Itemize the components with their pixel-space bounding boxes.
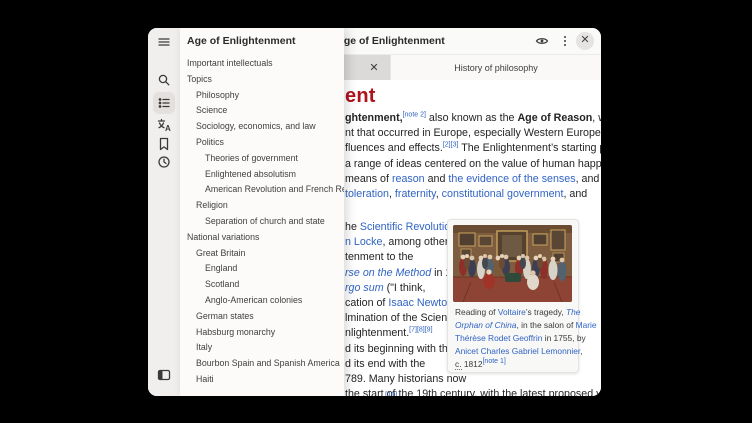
menu-kebab-icon[interactable] (556, 32, 574, 50)
toc-item[interactable]: England (180, 261, 344, 277)
toggle-sidebar-icon[interactable] (153, 364, 175, 386)
toc-item[interactable]: Sociology, economics, and law (180, 119, 344, 135)
toc-item[interactable]: Theories of government (180, 151, 344, 167)
table-of-contents-icon[interactable] (153, 92, 175, 114)
close-icon: ✕ (580, 35, 589, 46)
article-link[interactable]: the evidence of the senses (448, 173, 575, 185)
toc-item[interactable]: Habsburg monarchy (180, 325, 344, 341)
article-link[interactable]: [note 2] (403, 111, 426, 118)
article-link[interactable]: [note 1] (482, 358, 505, 365)
desktop-background: A Age of Enlightenment ✕ (0, 0, 752, 423)
article-link[interactable]: Scientific Revolution (360, 221, 456, 233)
toc-item[interactable]: Bourbon Spain and Spanish America (180, 356, 344, 372)
tab-close-icon[interactable]: ✕ (366, 59, 382, 75)
toc-item[interactable]: American Revolution and French Revolutio… (180, 182, 344, 198)
toc-item[interactable]: Great Britain (180, 246, 344, 262)
tab-history-of-philosophy[interactable]: History of philosophy (390, 55, 601, 80)
toc-item[interactable]: Important intellectuals (180, 56, 344, 72)
clipped-reference: [10] (385, 390, 398, 396)
article-link[interactable]: Isaac Newton (388, 297, 453, 309)
toc-item[interactable]: Separation of church and state (180, 214, 344, 230)
article-link[interactable]: reason (392, 173, 425, 185)
history-icon[interactable] (153, 151, 175, 173)
toc-item[interactable]: Anglo-American colonies (180, 293, 344, 309)
image-caption: Reading of Voltaire’s tragedy, TheOrphan… (455, 306, 571, 371)
painting-image[interactable] (453, 225, 572, 302)
article-link[interactable]: Anicet Charles Gabriel Lemonnier (455, 346, 580, 356)
search-icon[interactable] (153, 69, 175, 91)
tab-label: History of philosophy (454, 63, 538, 73)
article-thumbnail-card: Reading of Voltaire’s tragedy, TheOrphan… (447, 219, 579, 373)
article-link[interactable]: The (566, 307, 580, 317)
toc-item[interactable]: Philosophy (180, 88, 344, 104)
article-heading-fragment: ent (345, 85, 376, 108)
icon-rail: A (148, 28, 181, 396)
article-link[interactable]: [7][8][9] (409, 327, 432, 334)
toc-item[interactable]: Italy (180, 340, 344, 356)
app-window: A Age of Enlightenment ✕ (148, 28, 601, 396)
article-link[interactable]: Voltaire (498, 307, 526, 317)
toc-list: Important intellectualsTopicsPhilosophyS… (180, 56, 344, 388)
toc-item[interactable]: Haiti (180, 372, 344, 388)
article-link[interactable]: Orphan of China (455, 320, 516, 330)
window-close-button[interactable]: ✕ (576, 32, 594, 50)
article-link[interactable]: [2][3] (443, 142, 459, 149)
toc-item[interactable]: Topics (180, 72, 344, 88)
toc-item[interactable]: Religion (180, 198, 344, 214)
article-link[interactable]: toleration (345, 188, 389, 200)
hamburger-menu-icon[interactable] (153, 31, 175, 53)
article-link[interactable]: n Locke (345, 236, 382, 248)
toc-item[interactable]: Enlightened absolutism (180, 167, 344, 183)
toc-panel: Age of Enlightenment Important intellect… (180, 28, 344, 396)
article-link[interactable]: Thérèse Rodet Geoffrin (455, 333, 542, 343)
article-paragraph-1: ghtenment,[note 2] also known as the Age… (345, 111, 601, 202)
toc-item[interactable]: Science (180, 103, 344, 119)
toc-item[interactable]: National variations (180, 230, 344, 246)
svg-text:A: A (165, 124, 171, 132)
toc-item[interactable]: Politics (180, 135, 344, 151)
article-link[interactable]: fraternity (395, 188, 436, 200)
article-link[interactable]: rgo sum (345, 282, 384, 294)
toc-panel-title: Age of Enlightenment (187, 28, 296, 54)
article-link[interactable]: rse on the Method (345, 267, 431, 279)
toc-item[interactable]: German states (180, 309, 344, 325)
toc-item[interactable]: Scotland (180, 277, 344, 293)
article-link[interactable]: constitutional government (442, 188, 564, 200)
article-link[interactable]: Marie (576, 320, 597, 330)
reader-view-icon[interactable] (533, 32, 551, 50)
